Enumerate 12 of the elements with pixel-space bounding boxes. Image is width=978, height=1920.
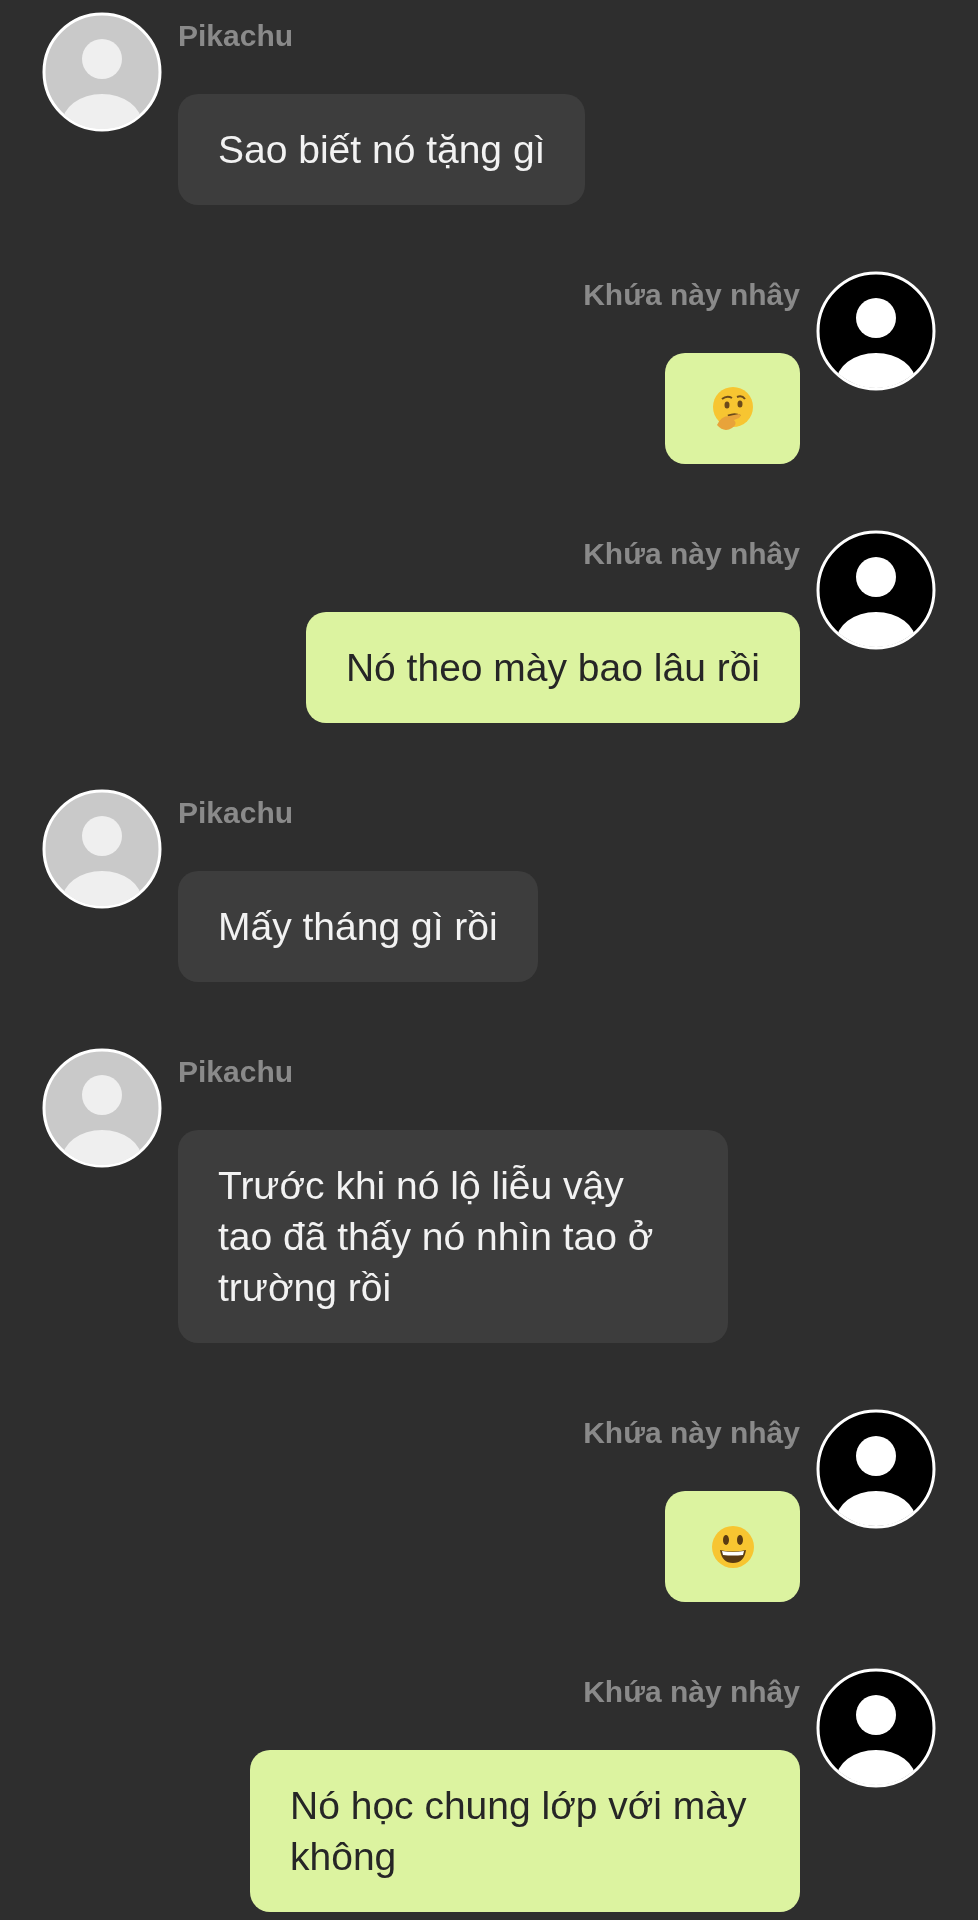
message-bubble: Nó theo mày bao lâu rồi bbox=[305, 612, 800, 723]
message-bubble: Trước khi nó lộ liễu vậy tao đã thấy nó nhìn tao ở trường rồi bbox=[178, 1130, 728, 1343]
sender-name: Khứa này nhây bbox=[583, 277, 800, 313]
message-bubble: Nó học chung lớp với mày không bbox=[250, 1750, 800, 1912]
sender-name: Pikachu bbox=[178, 18, 294, 54]
sender-name: Khứa này nhây bbox=[583, 1415, 800, 1451]
message-bubble: Mấy tháng gì rồi bbox=[178, 871, 538, 982]
sender-name: Khứa này nhây bbox=[583, 536, 800, 572]
sender-name: Khứa này nhây bbox=[583, 1674, 800, 1710]
sender-name: Pikachu bbox=[178, 1054, 294, 1090]
message-bubble: Sao biết nó tặng gì bbox=[178, 94, 586, 205]
sender-name: Pikachu bbox=[178, 795, 294, 831]
